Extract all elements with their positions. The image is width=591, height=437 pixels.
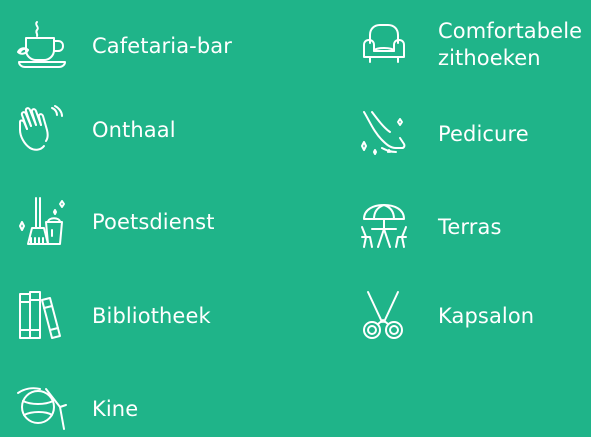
facility-label: Kapsalon [438, 303, 535, 328]
facility-bibliotheek: Bibliotheek [14, 288, 211, 344]
facility-label: Onthaal [92, 117, 176, 142]
scissors-icon [356, 288, 412, 344]
facility-label: Terras [438, 214, 502, 239]
facility-label: Kine [92, 396, 139, 421]
facility-label: Pedicure [438, 121, 529, 146]
coffee-cup-icon [14, 18, 70, 74]
facility-comfortabele-zithoeken: Comfortabele zithoeken [356, 17, 582, 73]
foot-icon [356, 106, 412, 162]
patio-table-umbrella-icon [356, 199, 412, 255]
cleaning-bucket-icon [14, 194, 70, 250]
exercise-ball-icon [14, 381, 70, 437]
facility-label: Poetsdienst [92, 209, 215, 234]
facility-label: Cafetaria-bar [92, 33, 232, 58]
facility-label: Comfortabele zithoeken [438, 19, 583, 70]
books-icon [14, 288, 70, 344]
facility-label: Bibliotheek [92, 303, 211, 328]
facility-poetsdienst: Poetsdienst [14, 194, 215, 250]
facility-onthaal: Onthaal [14, 102, 176, 158]
facility-kine: Kine [14, 381, 138, 437]
waving-hand-icon [14, 102, 70, 158]
facility-terras: Terras [356, 199, 502, 255]
facility-pedicure: Pedicure [356, 106, 529, 162]
facility-kapsalon: Kapsalon [356, 288, 534, 344]
facility-cafetaria-bar: Cafetaria-bar [14, 18, 232, 74]
armchair-icon [356, 17, 412, 73]
